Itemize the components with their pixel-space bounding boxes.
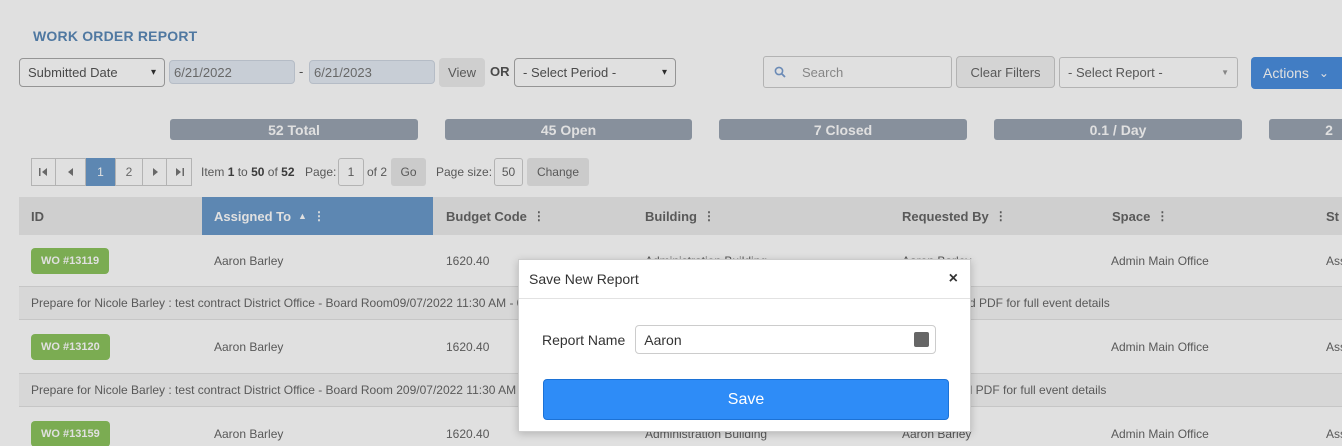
work-order-report-page: WORK ORDER REPORT Submitted Date ▾ 6/21/…	[0, 0, 1342, 446]
report-name-input[interactable]: Aaron	[635, 325, 937, 354]
modal-header: Save New Report ×	[519, 260, 970, 299]
report-name-label: Report Name	[542, 331, 626, 348]
autofill-icon[interactable]	[914, 332, 930, 347]
save-report-modal: Save New Report × Report Name Aaron Save	[518, 259, 971, 432]
report-name-value: Aaron	[644, 331, 682, 348]
modal-title: Save New Report	[529, 271, 639, 287]
report-name-row: Report Name Aaron	[542, 325, 937, 354]
save-button[interactable]: Save	[543, 379, 949, 420]
close-icon[interactable]: ×	[949, 270, 958, 288]
